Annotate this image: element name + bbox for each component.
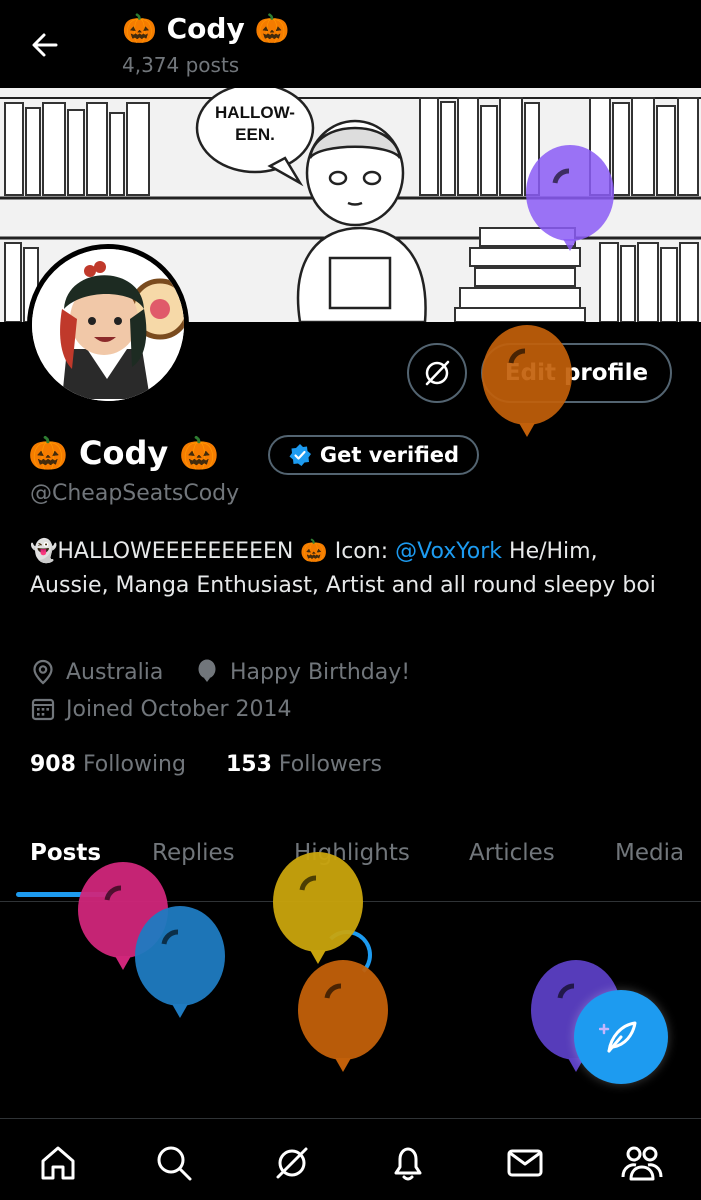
compose-feather-icon — [599, 1021, 637, 1053]
nav-notifications[interactable] — [386, 1141, 430, 1185]
joined-row: Joined October 2014 — [30, 696, 292, 722]
balloon-yellow — [273, 852, 363, 964]
nav-search[interactable] — [152, 1141, 196, 1185]
get-verified-label: Get verified — [319, 443, 460, 467]
get-verified-button[interactable]: Get verified — [268, 435, 479, 475]
bio-mention-link[interactable]: @VoxYork — [395, 539, 502, 564]
joined-text: Joined October 2014 — [66, 696, 292, 722]
notifications-icon — [394, 1147, 422, 1181]
speech-text-2: EEN. — [235, 125, 275, 144]
followers-label: Followers — [278, 752, 382, 777]
followers-count: 153 — [225, 752, 272, 777]
bottom-navigation — [0, 1118, 701, 1200]
tab-media[interactable]: Media — [615, 840, 684, 866]
balloon-blue — [135, 906, 225, 1018]
back-arrow-icon[interactable] — [28, 28, 62, 62]
grok-icon — [425, 360, 450, 386]
nav-communities[interactable] — [620, 1141, 664, 1185]
nav-grok[interactable] — [270, 1141, 314, 1185]
search-icon — [157, 1146, 192, 1181]
speech-text-1: HALLOW- — [215, 103, 295, 122]
header-title: 🎃 Cody 🎃 — [122, 12, 290, 45]
top-bar: 🎃 Cody 🎃 4,374 posts — [0, 0, 701, 88]
compose-post-button[interactable] — [574, 990, 668, 1084]
bio: 👻HALLOWEEEEEEEEEN 🎃 Icon: @VoxYork He/Hi… — [30, 535, 670, 603]
avatar[interactable] — [27, 244, 189, 406]
verified-badge-icon — [289, 444, 311, 466]
grok-button[interactable] — [407, 343, 467, 403]
birthday-text: Happy Birthday! — [230, 659, 411, 685]
display-name: 🎃 Cody 🎃 — [28, 434, 220, 472]
grok-icon — [276, 1147, 308, 1179]
handle: @CheapSeatsCody — [30, 481, 240, 506]
nav-home[interactable] — [36, 1141, 80, 1185]
bio-text-1: 👻HALLOWEEEEEEEEEN 🎃 Icon: — [30, 539, 396, 564]
location-text: Australia — [66, 659, 164, 685]
avatar-illustration — [32, 249, 184, 401]
following-label: Following — [82, 752, 186, 777]
location-row: Australia — [30, 659, 163, 685]
header-post-count: 4,374 posts — [122, 53, 240, 77]
birthday-row: Happy Birthday! — [194, 659, 410, 685]
balloon-purple — [526, 145, 614, 251]
location-pin-icon — [33, 659, 53, 685]
tab-articles[interactable]: Articles — [469, 840, 555, 866]
home-icon — [41, 1146, 75, 1180]
balloon-icon — [198, 659, 216, 682]
messages-icon — [507, 1149, 543, 1177]
followers-link[interactable]: 153 Followers — [226, 752, 382, 777]
balloon-orange-bottom — [298, 960, 388, 1072]
calendar-icon — [31, 698, 55, 721]
follow-stats: 908 Following 153 Followers — [30, 752, 382, 777]
communities-icon — [621, 1146, 663, 1181]
following-count: 908 — [30, 752, 76, 777]
balloon-orange-top — [482, 325, 572, 437]
following-link[interactable]: 908 Following — [30, 752, 186, 777]
nav-messages[interactable] — [503, 1141, 547, 1185]
